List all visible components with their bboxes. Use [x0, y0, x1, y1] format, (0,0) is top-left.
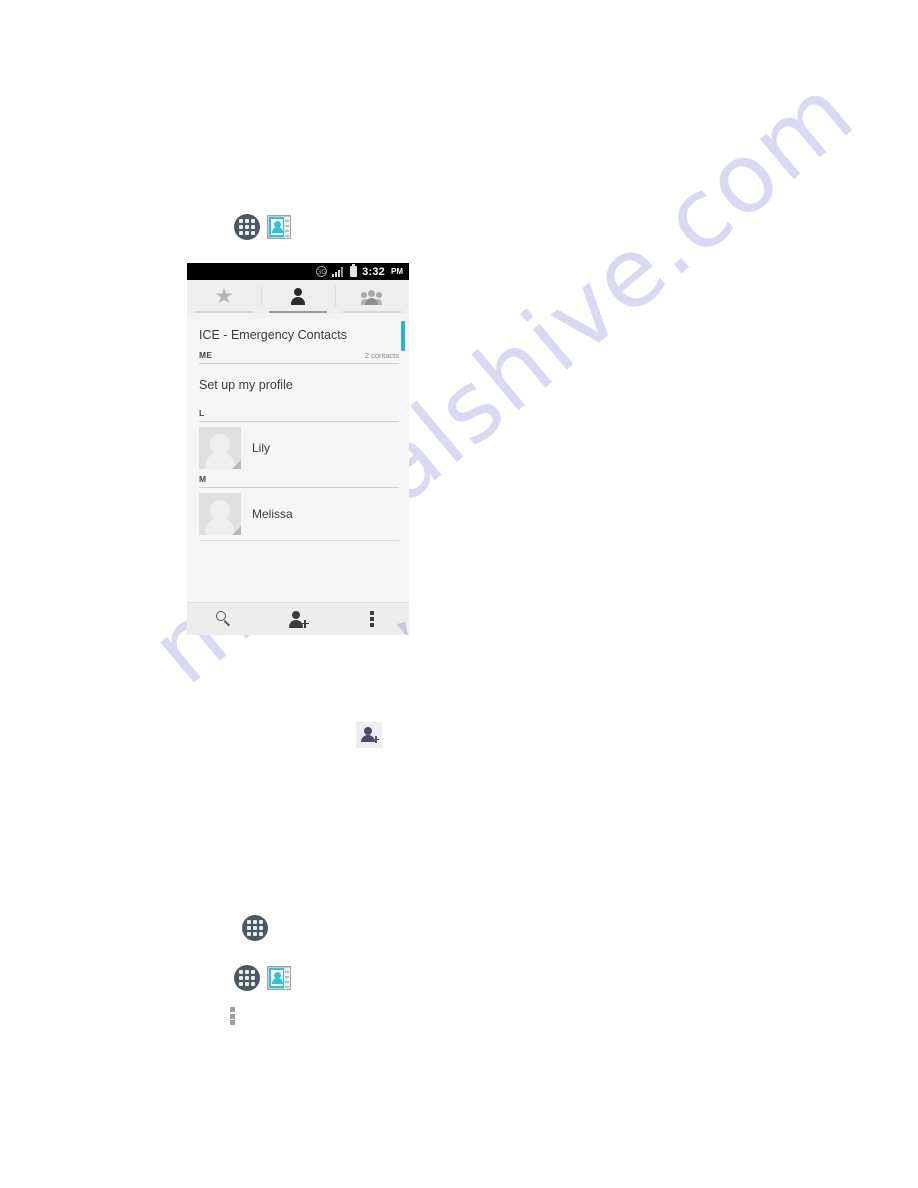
contact-list-area: ICE - Emergency Contacts ME 2 contacts S…	[187, 313, 409, 602]
contacts-app-glyph	[267, 966, 291, 990]
tab-bar: ★	[187, 280, 409, 313]
section-header-me: ME 2 contacts	[199, 350, 399, 364]
section-label: L	[199, 408, 205, 418]
signal-bars-icon	[332, 266, 345, 277]
overflow-menu-icon	[370, 611, 374, 627]
app-drawer-icon[interactable]	[234, 214, 260, 240]
app-drawer-grid	[247, 920, 263, 936]
group-icon	[361, 289, 383, 305]
list-item[interactable]: Lily	[187, 422, 409, 474]
section-label: M	[199, 474, 207, 484]
status-meridiem: PM	[391, 267, 403, 276]
app-drawer-icon[interactable]	[234, 965, 260, 991]
app-drawer-grid	[239, 970, 255, 986]
add-contact-icon	[288, 610, 309, 628]
contacts-app-glyph	[267, 215, 291, 239]
tab-groups[interactable]	[335, 280, 409, 313]
contact-name: Melissa	[252, 507, 293, 521]
list-scrollbar[interactable]	[401, 321, 405, 591]
overflow-menu-glyph	[230, 1007, 235, 1025]
section-count: 2 contacts	[364, 351, 399, 360]
account-title: ICE - Emergency Contacts	[199, 328, 347, 342]
contacts-app-icon[interactable]	[267, 215, 291, 239]
star-icon: ★	[214, 285, 234, 308]
app-drawer-glyph	[242, 915, 268, 941]
list-scrollbar-thumb[interactable]	[401, 321, 405, 351]
status-bar: 3G 3:32 PM	[187, 263, 409, 280]
section-header-m: M	[199, 474, 399, 488]
app-drawer-grid	[239, 219, 255, 235]
app-drawer-glyph	[234, 214, 260, 240]
bottom-toolbar	[187, 602, 409, 635]
app-drawer-icon[interactable]	[242, 915, 268, 941]
setup-profile-row[interactable]: Set up my profile	[187, 364, 409, 408]
battery-icon	[350, 264, 358, 277]
contact-list-card: ICE - Emergency Contacts ME 2 contacts S…	[187, 319, 409, 602]
section-label: ME	[199, 350, 213, 360]
search-icon	[216, 611, 232, 627]
list-item[interactable]: Melissa	[187, 488, 409, 540]
page-watermark: manualshive.com	[0, 0, 918, 1188]
add-contact-button[interactable]	[261, 610, 335, 628]
tab-favorites[interactable]: ★	[187, 280, 261, 313]
status-time: 3:32	[362, 265, 385, 278]
add-contact-glyph	[356, 722, 382, 748]
avatar	[199, 427, 241, 469]
list-divider	[199, 540, 399, 541]
contacts-app-icon[interactable]	[267, 966, 291, 990]
avatar	[199, 493, 241, 535]
phone-screenshot: 3G 3:32 PM ★ ICE - Emergency Contacts ME…	[187, 263, 409, 635]
overflow-menu-icon[interactable]	[230, 1007, 235, 1025]
section-header-l: L	[199, 408, 399, 422]
network-3g-icon: 3G	[316, 266, 328, 277]
app-drawer-glyph	[234, 965, 260, 991]
add-contact-icon[interactable]	[356, 722, 382, 748]
tab-contacts[interactable]	[261, 280, 335, 313]
person-icon	[290, 288, 306, 305]
contact-name: Lily	[252, 441, 271, 455]
search-button[interactable]	[187, 611, 261, 627]
